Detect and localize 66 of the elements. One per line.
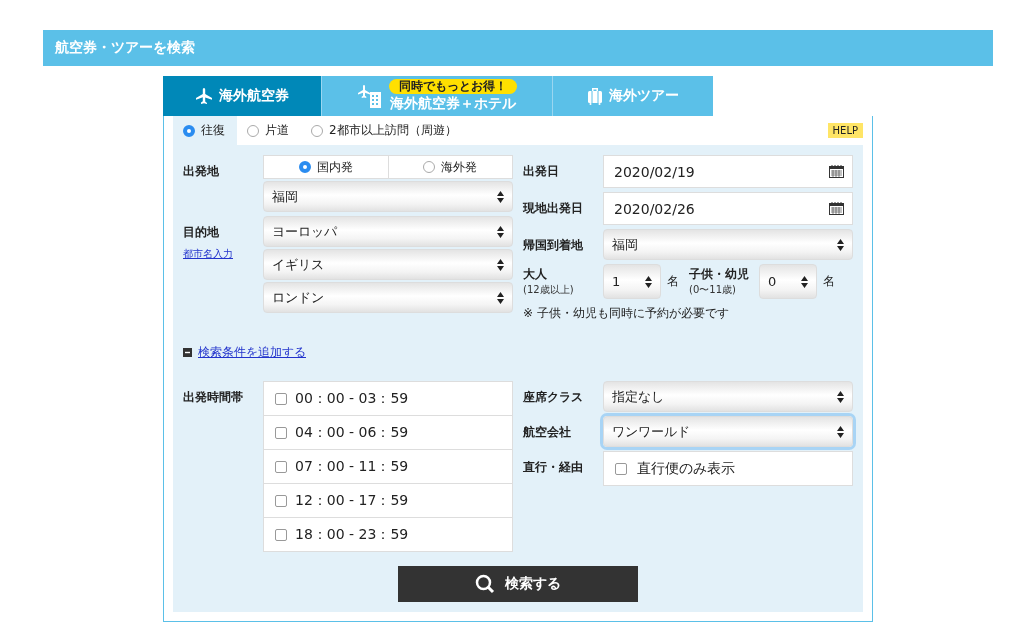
updown-caret-icon	[497, 257, 504, 272]
time-slot-label: 18：00 - 23：59	[295, 525, 409, 544]
field-label: 出発時間帯	[183, 389, 244, 406]
promo-badge: 同時でもっとお得！	[389, 79, 517, 94]
origin-radio[interactable]: 国内発	[264, 156, 388, 178]
origin-select[interactable]: 福岡	[263, 181, 513, 212]
city-input-link[interactable]: 都市名入力	[183, 247, 263, 261]
unit-label: 名	[823, 273, 836, 290]
age-note: (0〜11歳)	[689, 283, 737, 297]
checkbox[interactable]	[615, 462, 627, 475]
age-note: (12歳以上)	[523, 283, 575, 297]
passenger-note: ※ 子供・幼児も同時に予約が必要です	[523, 305, 730, 322]
count-select[interactable]: 1	[603, 264, 661, 299]
field-label: 子供・幼児	[689, 266, 750, 283]
section-title: 航空券・ツアーを検索	[43, 30, 993, 66]
checkbox[interactable]	[275, 494, 287, 507]
field-label: 出発日	[523, 163, 560, 180]
checkbox[interactable]	[275, 528, 287, 541]
field-label: 現地出発日	[523, 200, 584, 217]
count-select[interactable]: 0	[759, 264, 817, 299]
checkbox[interactable]	[275, 392, 287, 405]
field-label: 大人	[523, 266, 548, 283]
search-button[interactable]: 検索する	[398, 566, 638, 602]
field-label: 出発地	[183, 163, 220, 180]
field-label: 直行・経由	[523, 459, 584, 476]
option-label: 直行便のみ表示	[637, 459, 735, 478]
help-badge[interactable]: HELP	[827, 123, 863, 138]
trip-type-radio[interactable]: 往復	[173, 116, 237, 145]
airplane-icon	[195, 87, 213, 105]
calendar-icon	[829, 202, 844, 215]
updown-caret-icon	[837, 389, 844, 404]
date-field[interactable]: 2020/02/26	[603, 192, 853, 225]
add-conditions-link[interactable]: 検索条件を追加する	[198, 344, 306, 361]
time-slot-label: 00：00 - 03：59	[295, 389, 409, 408]
tab[interactable]: 同時でもっとお得！ 海外航空券＋ホテル	[322, 76, 553, 116]
airplane-building-icon	[357, 84, 383, 108]
search-icon	[475, 574, 495, 594]
updown-caret-icon	[497, 224, 504, 239]
time-slot-label: 04：00 - 06：59	[295, 423, 409, 442]
tab[interactable]: 海外航空券	[163, 76, 322, 116]
time-slot-label: 12：00 - 17：59	[295, 491, 409, 510]
updown-caret-icon	[837, 237, 844, 252]
updown-caret-icon	[645, 274, 652, 289]
updown-caret-icon	[497, 189, 504, 204]
calendar-icon	[829, 165, 844, 178]
date-field[interactable]: 2020/02/19	[603, 155, 853, 188]
destination-select[interactable]: イギリス	[263, 249, 513, 280]
field-label: 航空会社	[523, 424, 572, 441]
field-label: 帰国到着地	[523, 237, 584, 254]
checkbox[interactable]	[275, 426, 287, 439]
field-label: 目的地	[183, 224, 220, 241]
seat-class-select[interactable]: 指定なし	[603, 381, 853, 412]
destination-select[interactable]: ヨーロッパ	[263, 216, 513, 247]
minus-icon[interactable]	[183, 348, 192, 357]
checkbox[interactable]	[275, 460, 287, 473]
arrival-select[interactable]: 福岡	[603, 229, 853, 260]
airline-select[interactable]: ワンワールド	[603, 416, 853, 447]
origin-radio[interactable]: 海外発	[387, 156, 512, 178]
field-label: 座席クラス	[523, 389, 584, 406]
suitcase-icon	[587, 87, 603, 105]
destination-select[interactable]: ロンドン	[263, 282, 513, 313]
updown-caret-icon	[837, 424, 844, 439]
unit-label: 名	[667, 273, 680, 290]
updown-caret-icon	[801, 274, 808, 289]
time-slot-label: 07：00 - 11：59	[295, 457, 409, 476]
updown-caret-icon	[497, 290, 504, 305]
